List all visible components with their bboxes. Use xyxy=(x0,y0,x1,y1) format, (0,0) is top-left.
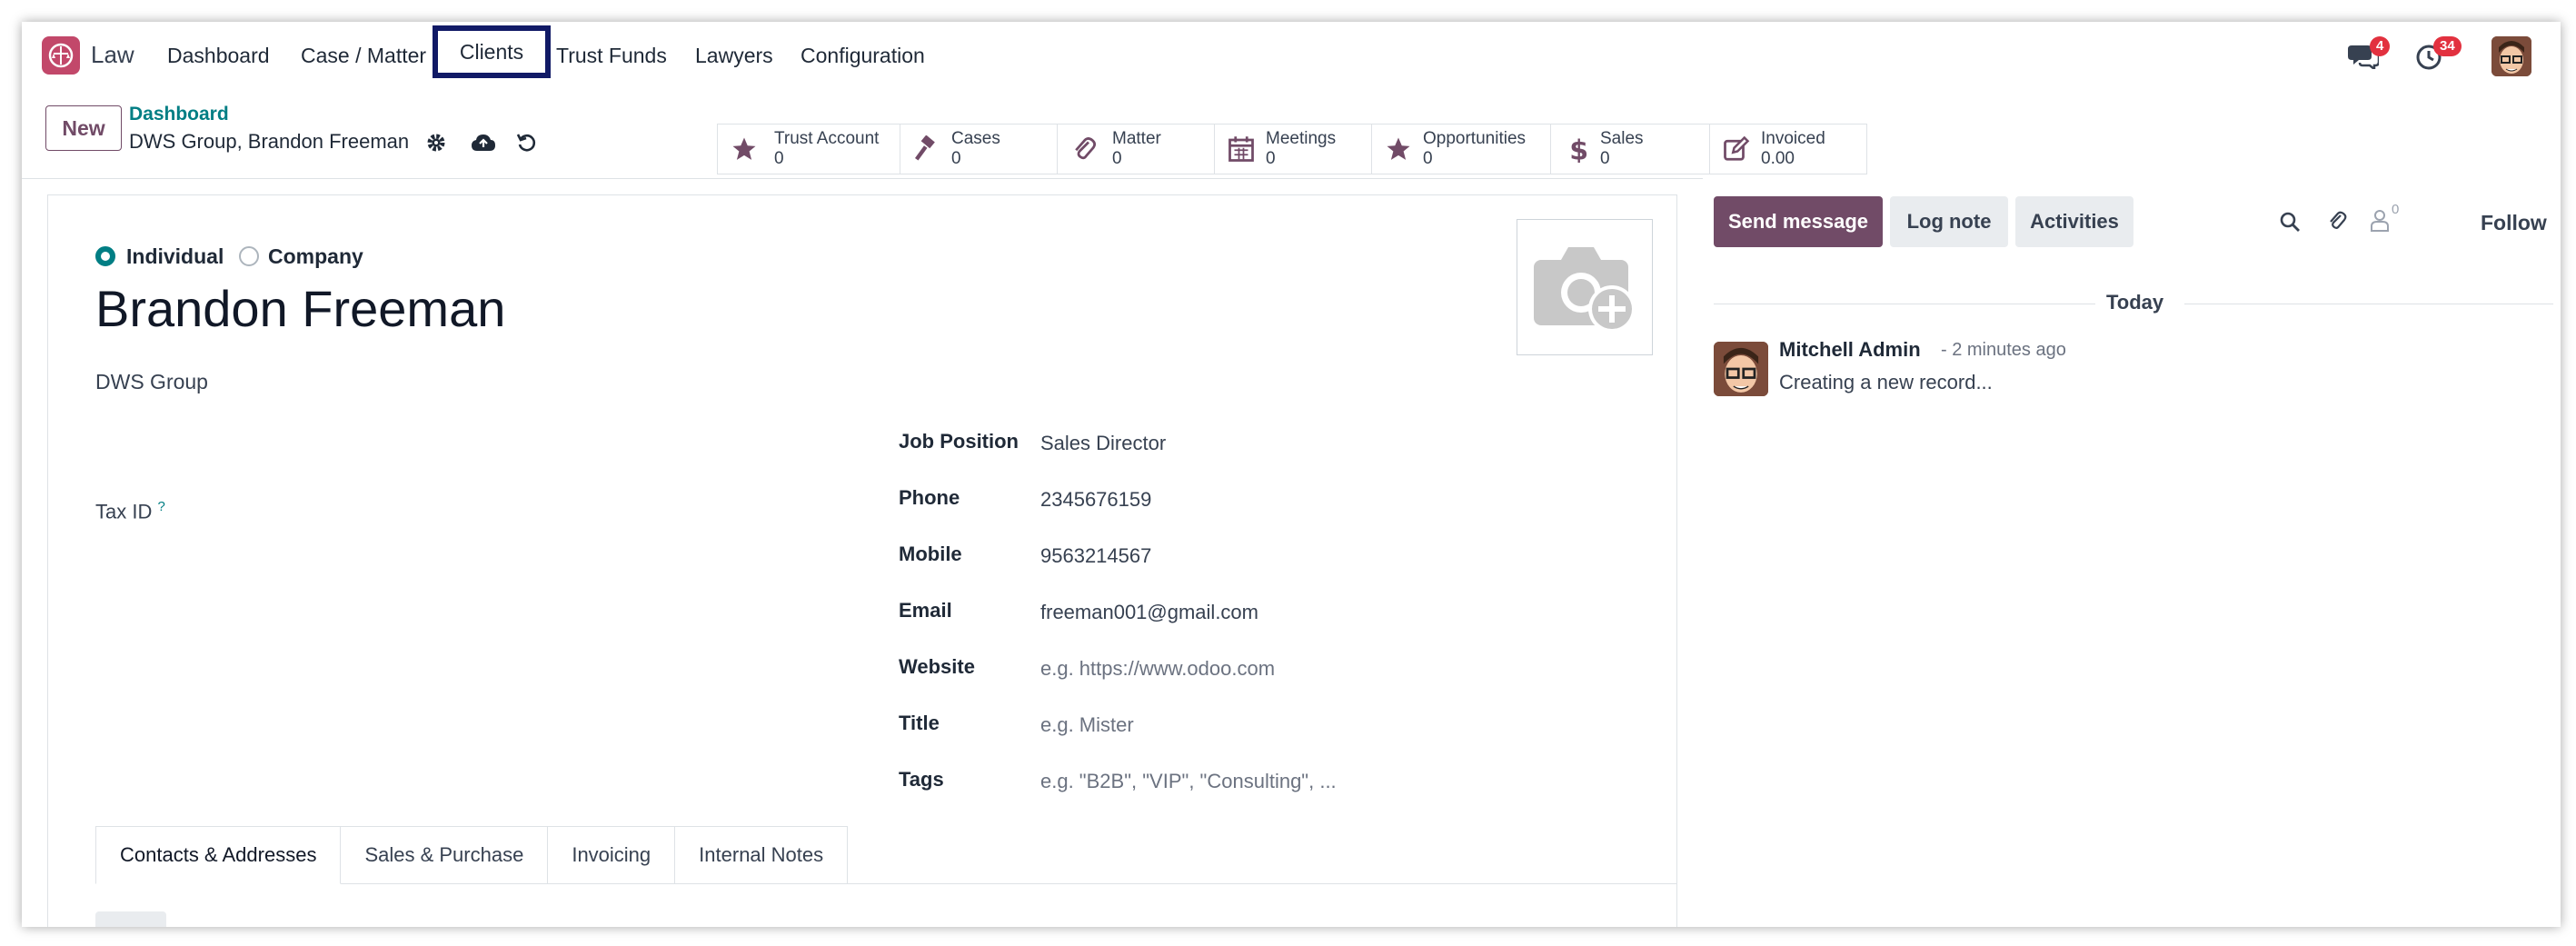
label-phone: Phone xyxy=(899,486,960,509)
dollar-icon: $ xyxy=(1564,134,1591,167)
label-individual[interactable]: Individual xyxy=(126,244,224,269)
star-icon xyxy=(1385,135,1412,167)
search-icon[interactable] xyxy=(2279,211,2301,237)
author-avatar[interactable] xyxy=(1714,342,1768,396)
label-mobile: Mobile xyxy=(899,543,962,565)
send-message-button[interactable]: Send message xyxy=(1714,196,1883,247)
partner-name-field[interactable]: Brandon Freeman xyxy=(95,279,505,338)
mobile-field[interactable]: 9563214567 xyxy=(1040,544,1151,568)
tab-invoicing[interactable]: Invoicing xyxy=(548,826,676,884)
smart-button-invoiced[interactable]: Invoiced 0.00 xyxy=(1710,124,1866,174)
messages-badge: 4 xyxy=(2370,36,2391,56)
tax-id-help[interactable]: ? xyxy=(157,499,164,514)
message-body: Creating a new record... xyxy=(1779,371,1993,393)
activities-badge: 34 xyxy=(2433,36,2462,56)
cloud-save-icon[interactable] xyxy=(471,133,496,157)
smart-button-meetings[interactable]: Meetings 0 xyxy=(1215,124,1372,174)
label-email: Email xyxy=(899,599,952,622)
message-author[interactable]: Mitchell Admin xyxy=(1779,338,1921,362)
calendar-icon xyxy=(1228,135,1255,167)
chatter-panel: Send message Log note Activities 0 Follo… xyxy=(1703,178,2561,927)
label-tags: Tags xyxy=(899,768,944,791)
smart-buttons: Trust Account 0 Cases 0 Matter 0 Meeting… xyxy=(717,124,1867,174)
tab-internal-notes[interactable]: Internal Notes xyxy=(675,826,849,884)
tab-contacts-addresses[interactable]: Contacts & Addresses xyxy=(95,826,342,884)
company-field[interactable]: DWS Group xyxy=(95,370,208,394)
breadcrumb-dashboard[interactable]: Dashboard xyxy=(129,104,229,125)
tax-id-label: Tax ID ? xyxy=(95,499,165,523)
menu-configuration[interactable]: Configuration xyxy=(801,44,925,68)
paperclip-icon xyxy=(1070,135,1098,167)
discard-undo-icon[interactable] xyxy=(516,132,538,158)
smart-button-cases[interactable]: Cases 0 xyxy=(900,124,1058,174)
tags-field[interactable]: e.g. "B2B", "VIP", "Consulting", ... xyxy=(1040,770,1337,793)
email-field[interactable]: freeman001@gmail.com xyxy=(1040,601,1258,624)
add-contact-stub[interactable] xyxy=(95,911,166,927)
gear-icon[interactable] xyxy=(425,132,447,158)
follow-button[interactable]: Follow xyxy=(2481,211,2547,235)
menu-case-matter[interactable]: Case / Matter xyxy=(301,44,426,68)
tab-sales-purchase[interactable]: Sales & Purchase xyxy=(341,826,549,884)
star-icon xyxy=(731,135,758,167)
smart-button-trust-account[interactable]: Trust Account 0 xyxy=(718,124,900,174)
label-website: Website xyxy=(899,655,975,678)
label-title: Title xyxy=(899,712,940,734)
log-note-button[interactable]: Log note xyxy=(1890,196,2008,247)
photo-upload[interactable] xyxy=(1517,219,1653,355)
edit-icon xyxy=(1723,135,1750,167)
new-button[interactable]: New xyxy=(45,105,122,151)
date-separator-today: Today xyxy=(2106,291,2164,314)
top-navbar: Law Dashboard Case / Matter Clients Trus… xyxy=(22,22,2561,93)
smart-button-matter[interactable]: Matter 0 xyxy=(1058,124,1215,174)
breadcrumb-current: DWS Group, Brandon Freeman xyxy=(129,130,410,153)
gavel-icon xyxy=(913,134,940,167)
activities-button[interactable]: Activities xyxy=(2015,196,2133,247)
smart-button-opportunities[interactable]: Opportunities 0 xyxy=(1372,124,1551,174)
menu-trust-funds[interactable]: Trust Funds xyxy=(556,44,667,68)
message-time: - 2 minutes ago xyxy=(1941,340,2066,360)
app-name[interactable]: Law xyxy=(91,41,134,69)
svg-text:$: $ xyxy=(1569,135,1588,163)
radio-individual[interactable] xyxy=(95,246,115,266)
menu-clients[interactable]: Clients xyxy=(433,25,551,78)
menu-dashboard[interactable]: Dashboard xyxy=(167,44,270,68)
law-app-icon[interactable] xyxy=(42,36,80,75)
control-panel: New Dashboard DWS Group, Brandon Freeman xyxy=(22,93,2561,179)
label-company[interactable]: Company xyxy=(268,244,363,269)
attachment-icon[interactable] xyxy=(2326,209,2348,237)
website-field[interactable]: e.g. https://www.odoo.com xyxy=(1040,657,1275,681)
followers-icon[interactable] xyxy=(2370,209,2390,237)
app-window: Law Dashboard Case / Matter Clients Trus… xyxy=(22,22,2561,927)
phone-field[interactable]: 2345676159 xyxy=(1040,488,1151,512)
menu-lawyers[interactable]: Lawyers xyxy=(695,44,773,68)
notebook-tabs: Contacts & Addresses Sales & Purchase In… xyxy=(95,826,849,884)
job-position-field[interactable]: Sales Director xyxy=(1040,432,1166,455)
camera-add-icon xyxy=(1534,247,1636,333)
user-avatar[interactable] xyxy=(2491,36,2531,76)
title-field[interactable]: e.g. Mister xyxy=(1040,713,1134,737)
radio-company[interactable] xyxy=(239,246,259,266)
form-sheet: Individual Company Brandon Freeman DWS G… xyxy=(47,194,1677,927)
followers-count: 0 xyxy=(2392,202,2400,217)
smart-button-sales[interactable]: $ Sales 0 xyxy=(1551,124,1710,174)
label-job-position: Job Position xyxy=(899,430,1019,453)
